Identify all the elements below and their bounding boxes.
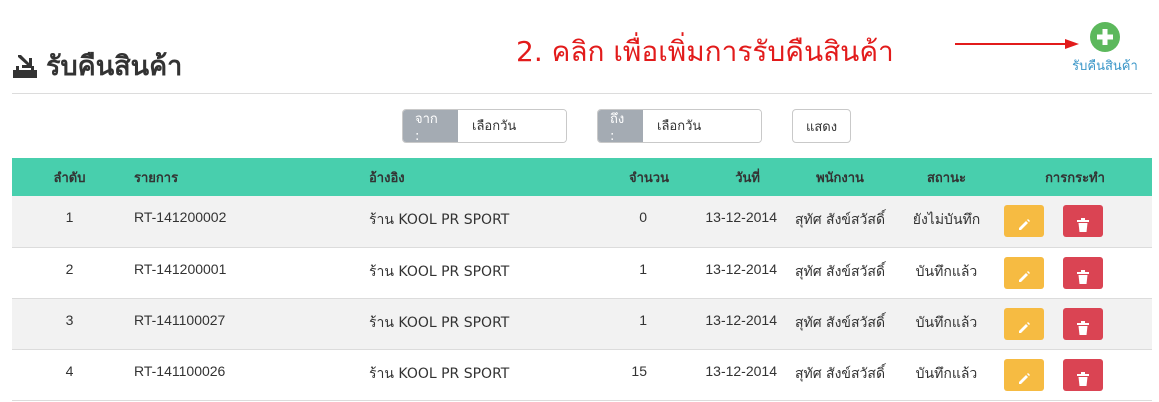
col-header-date: วันที่ [675, 158, 785, 196]
date-from-input[interactable] [458, 110, 566, 142]
trash-icon [1076, 218, 1089, 232]
page-title: รับคืนสินค้า [46, 51, 183, 82]
status-badge: บันทึกแล้ว [895, 298, 998, 350]
date-to-group: ถึง : [597, 109, 762, 143]
trash-icon [1076, 269, 1089, 284]
cell-staff: สุทัศ สังข์สวัสดิ์ [785, 349, 895, 401]
date-from-group: จาก : [402, 109, 567, 143]
cell-qty: 1 [587, 298, 675, 350]
col-header-staff: พนักงาน [785, 158, 895, 196]
cell-staff: สุทัศ สังข์สวัสดิ์ [785, 247, 895, 299]
cell-ref: ร้าน KOOL PR SPORT [361, 196, 587, 248]
add-return-label: รับคืนสินค้า [1072, 59, 1138, 74]
cell-staff: สุทัศ สังข์สวัสดิ์ [785, 298, 895, 350]
cell-item: RT-141200002 [127, 196, 361, 248]
trash-icon [1076, 320, 1089, 335]
annotation-text: 2. คลิก เพื่อเพิ่มการรับคืนสินค้า [516, 35, 894, 68]
status-badge: ยังไม่บันทึก [895, 196, 998, 248]
edit-button[interactable] [1004, 307, 1044, 340]
delete-button[interactable] [1062, 205, 1103, 237]
pencil-icon [1019, 321, 1030, 333]
cell-no: 1 [12, 196, 127, 248]
cell-item: RT-141100027 [127, 298, 361, 350]
date-to-input[interactable] [643, 110, 761, 142]
cell-no: 3 [12, 298, 127, 350]
title-wrap: รับคืนสินค้า [12, 44, 182, 87]
returns-table: ลำดับ รายการ อ้างอิง จำนวน วันที่ พนักงา… [12, 158, 1152, 401]
col-header-actions: การกระทำ [998, 158, 1152, 196]
status-badge: บันทึกแล้ว [895, 247, 998, 299]
cell-qty: 15 [587, 349, 675, 401]
cell-actions [998, 349, 1152, 401]
col-header-qty: จำนวน [587, 158, 675, 196]
pencil-icon [1019, 270, 1030, 282]
cell-ref: ร้าน KOOL PR SPORT [361, 298, 587, 350]
cell-actions [998, 247, 1152, 299]
cell-actions [998, 298, 1152, 350]
cell-qty: 0 [587, 196, 675, 248]
cell-no: 2 [12, 247, 127, 299]
delete-button[interactable] [1062, 307, 1103, 340]
table-header-row: ลำดับ รายการ อ้างอิง จำนวน วันที่ พนักงา… [12, 158, 1152, 196]
cell-date: 13-12-2014 [675, 196, 785, 248]
edit-button[interactable] [1004, 256, 1044, 289]
edit-button[interactable] [1004, 205, 1044, 237]
pencil-icon [1019, 219, 1030, 230]
cell-date: 13-12-2014 [675, 247, 785, 299]
edit-button[interactable] [1004, 358, 1044, 391]
cell-item: RT-141100026 [127, 349, 361, 401]
cell-no: 4 [12, 349, 127, 401]
cell-actions [998, 196, 1152, 248]
col-header-no: ลำดับ [12, 158, 127, 196]
table-row: 4 RT-141100026 ร้าน KOOL PR SPORT 15 13-… [12, 349, 1152, 401]
plus-circle-icon [1090, 22, 1120, 52]
date-to-label: ถึง : [598, 110, 643, 142]
col-header-status: สถานะ [895, 158, 998, 196]
table-row: 3 RT-141100027 ร้าน KOOL PR SPORT 1 13-1… [12, 298, 1152, 350]
cell-qty: 1 [587, 247, 675, 299]
delete-button[interactable] [1062, 256, 1103, 289]
pencil-icon [1019, 372, 1030, 384]
cell-item: RT-141200001 [127, 247, 361, 299]
show-button[interactable]: แสดง [792, 109, 851, 143]
status-badge: บันทึกแล้ว [895, 349, 998, 401]
delete-button[interactable] [1062, 358, 1103, 391]
cell-date: 13-12-2014 [675, 298, 785, 350]
cell-date: 13-12-2014 [675, 349, 785, 401]
col-header-ref: อ้างอิง [361, 158, 587, 196]
table-row: 2 RT-141200001 ร้าน KOOL PR SPORT 1 13-1… [12, 247, 1152, 299]
trash-icon [1076, 371, 1089, 386]
date-from-label: จาก : [403, 110, 458, 142]
add-return-button[interactable]: รับคืนสินค้า [1062, 22, 1148, 76]
cell-ref: ร้าน KOOL PR SPORT [361, 247, 587, 299]
inbox-download-icon [13, 54, 37, 78]
cell-ref: ร้าน KOOL PR SPORT [361, 349, 587, 401]
cell-staff: สุทัศ สังข์สวัสดิ์ [785, 196, 895, 248]
col-header-item: รายการ [127, 158, 361, 196]
table-row: 1 RT-141200002 ร้าน KOOL PR SPORT 0 13-1… [12, 196, 1152, 248]
